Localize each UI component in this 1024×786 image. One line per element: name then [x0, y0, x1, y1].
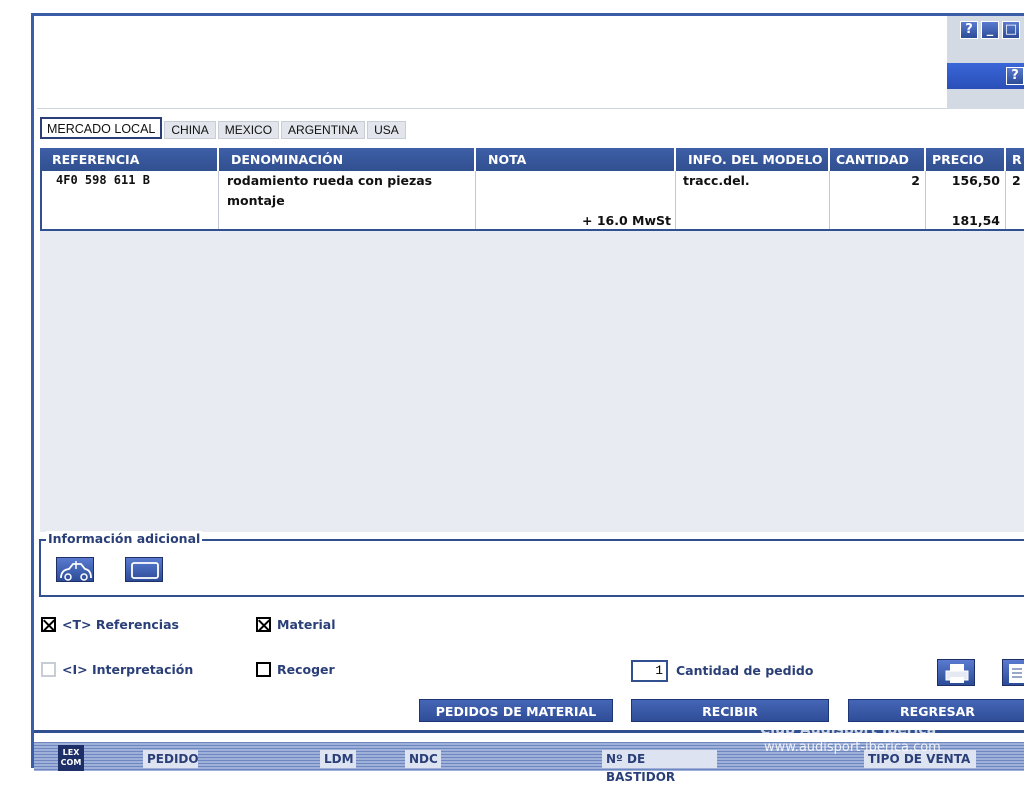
material-checkbox-box[interactable]: [256, 617, 271, 632]
interpretacion-checkbox[interactable]: <I> Interpretación: [41, 662, 193, 677]
material-label: Material: [277, 617, 336, 632]
recoger-label: Recoger: [277, 662, 335, 677]
tab-china[interactable]: CHINA: [164, 121, 216, 139]
col-referencia[interactable]: REFERENCIA: [40, 148, 219, 171]
referencias-checkbox[interactable]: <T> Referencias: [41, 617, 179, 632]
cell-info-modelo: tracc.del.: [676, 171, 830, 229]
cell-nota: + 16.0 MwSt: [476, 171, 676, 229]
quantity-input[interactable]: 1: [631, 660, 668, 682]
referencias-label: <T> Referencias: [62, 617, 179, 632]
print-button[interactable]: [937, 659, 975, 686]
pedido-label[interactable]: PEDIDO: [143, 750, 199, 768]
window-controls-area: ? _ □ ?: [947, 16, 1024, 109]
regresar-button[interactable]: REGRESAR: [848, 699, 1024, 722]
ldm-label[interactable]: LDM: [320, 750, 356, 768]
col-nota[interactable]: NOTA: [476, 148, 676, 171]
recibir-button[interactable]: RECIBIR: [631, 699, 829, 722]
pedidos-material-button[interactable]: PEDIDOS DE MATERIAL: [419, 699, 613, 722]
vehicle-icon[interactable]: [56, 557, 94, 582]
precio-value: 156,50: [951, 173, 1000, 188]
nota-value: + 16.0 MwSt: [582, 213, 671, 228]
table-row[interactable]: 4F0 598 611 B rodamiento rueda con pieza…: [40, 171, 1024, 231]
minimize-button[interactable]: _: [981, 21, 999, 39]
tab-usa[interactable]: USA: [367, 121, 406, 139]
tab-mexico[interactable]: MEXICO: [217, 121, 280, 139]
ndc-label[interactable]: NDC: [405, 750, 441, 768]
recoger-checkbox[interactable]: Recoger: [256, 662, 335, 677]
info-modelo-value: tracc.del.: [683, 173, 750, 188]
help-button[interactable]: ?: [960, 21, 978, 39]
top-panel: [37, 19, 947, 109]
cantidad-value: 2: [911, 173, 920, 188]
material-checkbox[interactable]: Material: [256, 617, 336, 632]
col-precio[interactable]: PRECIO: [926, 148, 1006, 171]
interpretacion-checkbox-box[interactable]: [41, 662, 56, 677]
market-tabs: MERCADO LOCAL CHINA MEXICO ARGENTINA USA: [40, 117, 408, 139]
context-help-button[interactable]: ?: [1006, 67, 1024, 85]
info-adicional-title: Información adicional: [46, 531, 203, 546]
col-denominacion[interactable]: DENOMINACIÓN: [219, 148, 476, 171]
cell-r: 2: [1006, 171, 1024, 229]
col-cantidad[interactable]: CANTIDAD: [830, 148, 926, 171]
tab-mercado-local[interactable]: MERCADO LOCAL: [40, 117, 163, 139]
recoger-checkbox-box[interactable]: [256, 662, 271, 677]
quantity-label: Cantidad de pedido: [676, 663, 814, 678]
parts-table: REFERENCIA DENOMINACIÓN NOTA INFO. DEL M…: [40, 148, 1024, 532]
r-value: 2: [1012, 173, 1021, 188]
info-adicional-panel: Información adicional: [39, 531, 1024, 597]
bastidor-label[interactable]: Nº DE BASTIDOR: [602, 750, 717, 784]
watermark-line2: www.audisport-iberica.com: [764, 740, 941, 755]
watermark-line1: Club Audisport Iberica: [760, 722, 937, 738]
table-header: REFERENCIA DENOMINACIÓN NOTA INFO. DEL M…: [40, 148, 1024, 171]
interpretacion-label: <I> Interpretación: [62, 662, 194, 677]
lexcom-logo: LEX COM: [58, 745, 84, 771]
col-info-modelo[interactable]: INFO. DEL MODELO: [676, 148, 830, 171]
referencia-value: 4F0 598 611 B: [56, 173, 150, 187]
cell-denominacion: rodamiento rueda con piezas montaje: [219, 171, 476, 229]
cell-referencia: 4F0 598 611 B: [42, 171, 219, 229]
tab-argentina[interactable]: ARGENTINA: [281, 121, 366, 139]
col-r[interactable]: R: [1006, 148, 1024, 171]
cell-precio: 156,50 181,54: [926, 171, 1006, 229]
denominacion-line2: montaje: [227, 193, 285, 208]
document-button[interactable]: [1002, 659, 1024, 686]
application-window: ? _ □ ? MERCADO LOCAL CHINA MEXICO ARGEN…: [31, 13, 1024, 784]
maximize-button[interactable]: □: [1002, 21, 1020, 39]
frame-icon[interactable]: [125, 557, 163, 582]
precio-total-value: 181,54: [951, 213, 1000, 228]
referencias-checkbox-box[interactable]: [41, 617, 56, 632]
cell-cantidad: 2: [830, 171, 926, 229]
denominacion-line1: rodamiento rueda con piezas: [227, 173, 433, 188]
